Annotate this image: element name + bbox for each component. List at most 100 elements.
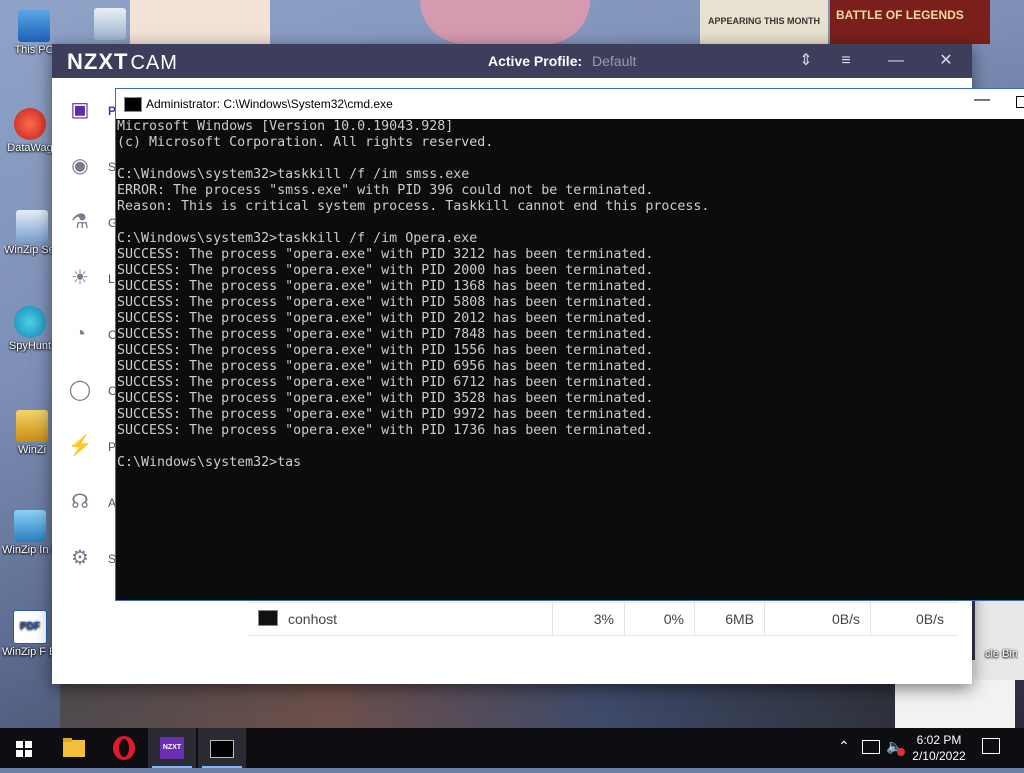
cmd-title-bar[interactable]: Administrator: C:\Windows\System32\cmd.e… [116,89,1024,119]
nzxt-cam-icon: NZXT [160,737,184,759]
console-line: SUCCESS: The process "opera.exe" with PI… [117,343,654,358]
desktop-icon-winzip-pdf-express[interactable]: PDF WinZip F Expres [2,610,58,659]
desktop-icon-label: WinZip F Expres [2,646,58,658]
nzxt-logo-app: CAM [130,52,178,74]
desktop-icon-label: DataWag [7,142,53,154]
console-line: SUCCESS: The process "opera.exe" with PI… [117,359,654,374]
opera-icon [113,736,135,760]
console-line: SUCCESS: The process "opera.exe" with PI… [117,263,654,278]
column-divider [694,603,695,635]
console-line: SUCCESS: The process "opera.exe" with PI… [117,423,654,438]
column-divider [624,603,625,635]
nzxt-logo: NZXT CAM [67,49,178,75]
mute-badge-icon [897,748,905,756]
desktop-icon-spyhunter[interactable]: SpyHunt [2,306,58,353]
console-line: SUCCESS: The process "opera.exe" with PI… [117,295,654,310]
clock-date: 2/10/2022 [912,749,966,763]
console-line [117,215,1022,231]
cmd-icon [124,97,142,112]
winzip-secure-icon [16,210,48,242]
eye-icon[interactable]: ◉ [66,152,94,180]
console-line: ERROR: The process "smss.exe" with PID 3… [117,183,654,198]
console-line: SUCCESS: The process "opera.exe" with PI… [117,375,654,390]
taskbar-command-prompt[interactable] [198,728,246,768]
datawag-icon [14,108,46,140]
process-write: 0B/s [915,611,944,627]
minimize-icon[interactable]: — [974,91,990,109]
wallpaper-poster-text: APPEARING THIS MONTH [707,16,820,26]
console-line: SUCCESS: The process "opera.exe" with PI… [117,391,654,406]
taskbar-opera[interactable] [100,728,148,768]
taskbar-nzxt-cam[interactable]: NZXT [148,728,196,768]
this-pc-icon [18,10,50,42]
gear-icon[interactable]: ⚙ [66,544,94,572]
console-prompt-line[interactable]: C:\Windows\system32>tas [117,455,1022,471]
nzxt-title-bar[interactable]: NZXT CAM Active Profile: Default ⇕ ≡ — ✕ [52,44,972,78]
server-icon [94,8,126,40]
console-line: SUCCESS: The process "opera.exe" with PI… [117,247,654,262]
process-row[interactable]: conhost 3% 0% 6MB 0B/s 0B/s [248,602,958,636]
wallpaper-poster: APPEARING THIS MONTH [700,0,828,44]
network-icon[interactable] [862,740,880,754]
desktop-icon-label: WinZip In Manag [2,544,58,556]
cmd-console[interactable]: Microsoft Windows [Version 10.0.19043.92… [117,119,1022,597]
nzxt-sidebar: ▣ P ◉ S ⚗ G ☀ L ◔ O ◯ C ⚡ P ☊ A ⚙ S [52,78,117,684]
console-line: SUCCESS: The process "opera.exe" with PI… [117,311,654,326]
taskbar-file-explorer[interactable] [50,728,98,768]
windows-logo-icon [16,741,32,757]
console-line: SUCCESS: The process "opera.exe" with PI… [117,327,654,342]
profile-sort-icon[interactable]: ⇕ [794,50,818,72]
notification-icon[interactable] [982,738,1000,754]
menu-icon[interactable]: ≡ [834,50,858,72]
desktop-icon-datawag[interactable]: DataWag [2,108,58,155]
wallpaper-shape [420,0,590,44]
cooling-icon[interactable]: ◯ [66,376,94,404]
active-profile-dropdown[interactable]: Default [592,53,636,69]
console-line [117,439,1022,455]
lighting-icon[interactable]: ☀ [66,264,94,292]
tray-clock[interactable]: 6:02 PM 2/10/2022 [908,732,970,764]
column-divider [870,603,871,635]
wallpaper-floor [60,684,960,728]
console-line: Microsoft Windows [Version 10.0.19043.92… [117,119,454,134]
chevron-up-icon[interactable]: ⌃ [838,738,850,755]
clock-time: 6:02 PM [916,733,962,747]
monitor-icon[interactable]: ▣ [66,96,94,124]
folder-icon [63,738,85,757]
process-read: 0B/s [831,611,860,627]
power-icon[interactable]: ⚡ [66,432,94,460]
gauge-icon[interactable]: ◔ [66,320,94,348]
console-line: C:\Windows\system32>taskkill /f /im smss… [117,167,470,182]
console-line: SUCCESS: The process "opera.exe" with PI… [117,407,654,422]
winzip-image-manager-icon [14,510,46,542]
console-line: C:\Windows\system32>taskkill /f /im Oper… [117,231,478,246]
process-name: conhost [288,611,338,627]
console-line: SUCCESS: The process "opera.exe" with PI… [117,279,654,294]
gamepad-icon[interactable]: ⚗ [66,208,94,236]
column-divider [552,603,553,635]
cmd-window-title: Administrator: C:\Windows\System32\cmd.e… [146,97,393,111]
active-profile-label: Active Profile: [488,53,583,69]
winzip-icon [16,410,48,442]
nzxt-logo-brand: NZXT [67,49,129,74]
maximize-icon[interactable] [1016,96,1024,108]
headset-icon[interactable]: ☊ [66,488,94,516]
console-line: Reason: This is critical system process.… [117,199,710,214]
process-cpu: 3% [593,611,614,627]
start-button[interactable] [0,728,48,768]
desktop-icon-server[interactable] [90,8,130,42]
column-divider [764,603,765,635]
console-line: (c) Microsoft Corporation. All rights re… [117,135,494,150]
spyhunter-icon [14,306,46,338]
console-line [117,151,1022,167]
desktop-icon-winzip-image-manager[interactable]: WinZip In Manag [2,510,58,557]
conhost-icon [258,610,278,626]
process-gpu: 0% [663,611,684,627]
desktop-icon-label: SpyHunt [8,340,52,352]
wallpaper-poster-text: BATTLE OF LEGENDS [836,8,964,22]
taskbar: NZXT ⌃ 🔈 6:02 PM 2/10/2022 [0,728,1024,768]
cmd-icon [210,740,234,758]
close-icon[interactable]: ✕ [934,50,958,72]
minimize-icon[interactable]: — [884,50,908,72]
wallpaper-poster: BATTLE OF LEGENDS [830,0,990,44]
